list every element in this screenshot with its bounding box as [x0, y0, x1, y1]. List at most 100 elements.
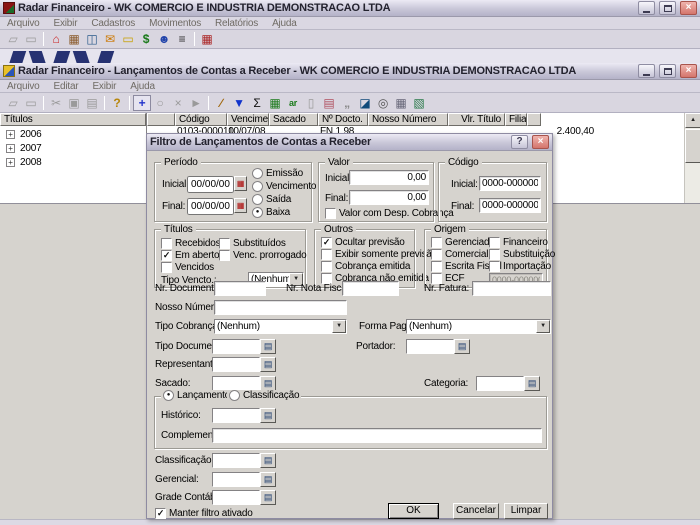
child-restore-button[interactable] [659, 64, 676, 78]
lookup-icon[interactable]: ▤ [260, 490, 276, 505]
categoria-input[interactable] [476, 376, 524, 391]
folder-icon[interactable]: ▭ [22, 31, 40, 47]
open-icon[interactable]: ▱ [4, 95, 22, 111]
lookup-icon[interactable]: ▤ [524, 376, 540, 391]
vertical-scrollbar[interactable]: ▲ [684, 113, 700, 203]
export-icon[interactable]: ◪ [356, 95, 374, 111]
limpar-button[interactable]: Limpar [504, 503, 548, 519]
column-header-codigo[interactable]: Código [175, 113, 227, 126]
grid-icon[interactable]: ▦ [392, 95, 410, 111]
checkbox-comercial[interactable]: Comercial [431, 249, 488, 260]
menu-arquivo[interactable]: Arquivo [0, 81, 47, 92]
edit-doc-icon[interactable]: ▤ [320, 95, 338, 111]
scrollbar-thumb[interactable] [685, 129, 700, 163]
radio-baixa[interactable]: ●Baixa [252, 207, 290, 218]
column-header-filial[interactable]: Filial [505, 113, 527, 126]
yellow-folder-icon[interactable]: ▭ [119, 31, 137, 47]
lookup-icon[interactable]: ▤ [454, 339, 470, 354]
chevron-down-icon[interactable]: ▼ [332, 320, 346, 333]
child-minimize-button[interactable] [638, 64, 655, 78]
menu-editar[interactable]: Editar [47, 81, 86, 92]
cash-register-icon[interactable]: ▦ [65, 31, 83, 47]
checkbox-substituidos[interactable]: Substituídos [219, 238, 286, 249]
close-button[interactable]: × [680, 1, 697, 15]
module-icon[interactable]: ▦ [198, 31, 216, 47]
child-close-button[interactable]: × [680, 64, 697, 78]
column-header-sacado[interactable]: Sacado [269, 113, 318, 126]
nosso-numero-input[interactable] [214, 300, 347, 315]
radio-saida[interactable]: Saída [252, 194, 291, 205]
tree-expander-icon[interactable]: + [6, 144, 15, 153]
open-icon[interactable]: ▱ [4, 31, 22, 47]
invoice-icon[interactable]: ✉ [101, 31, 119, 47]
lookup-icon[interactable]: ▤ [260, 408, 276, 423]
chevron-down-icon[interactable]: ▼ [536, 320, 550, 333]
paste-icon[interactable]: ▤ [83, 95, 101, 111]
menu-exibir[interactable]: Exibir [47, 18, 85, 29]
grade-contabil-input[interactable] [212, 490, 260, 505]
periodo-inicial-input[interactable] [187, 176, 234, 193]
checkbox-cobranca-emitida[interactable]: Cobrança emitida [321, 261, 410, 272]
document-icon[interactable]: ▯ [302, 95, 320, 111]
folder-icon[interactable]: ▭ [22, 95, 40, 111]
refresh-icon[interactable]: ○ [151, 95, 169, 111]
calendar-icon[interactable]: ▦ [234, 176, 247, 191]
menu-relatorios[interactable]: Relatórios [208, 18, 265, 29]
checkbox-manter-filtro[interactable]: ✓Manter filtro ativado [155, 508, 253, 519]
tree-item-2007[interactable]: + 2007 [6, 143, 41, 154]
nr-fatura-input[interactable] [472, 281, 551, 296]
menu-cadastros[interactable]: Cadastros [84, 18, 142, 29]
menu-ajuda[interactable]: Ajuda [265, 18, 304, 29]
dialog-close-button[interactable]: × [532, 135, 549, 149]
cancelar-button[interactable]: Cancelar [453, 503, 499, 519]
historico-input[interactable] [212, 408, 260, 423]
radio-vencimento[interactable]: Vencimento [252, 181, 316, 192]
cut-icon[interactable]: ✂ [47, 95, 65, 111]
calendar-icon[interactable]: ▦ [234, 198, 247, 213]
checkbox-importacao[interactable]: Importação [489, 261, 551, 272]
dialog-help-button[interactable]: ? [511, 135, 528, 149]
tree-item-2008[interactable]: + 2008 [6, 157, 41, 168]
clean-icon[interactable]: ∕ [212, 95, 230, 111]
portador-input[interactable] [406, 339, 454, 354]
preview-icon[interactable]: ◎ [374, 95, 392, 111]
restore-button[interactable] [659, 1, 676, 15]
column-header-vlr-titulo[interactable]: Vlr. Título [448, 113, 505, 126]
radio-classificacao[interactable]: Classificação [227, 390, 301, 401]
tipo-documento-input[interactable] [212, 339, 260, 354]
checkbox-venc-prorrogado[interactable]: Venc. prorrogado [219, 250, 307, 261]
delete-icon[interactable]: × [169, 95, 187, 111]
company-icon[interactable]: ⌂ [47, 31, 65, 47]
scroll-up-icon[interactable]: ▲ [685, 113, 700, 128]
codigo-final-input[interactable] [479, 198, 541, 213]
checkbox-ocultar-previsao[interactable]: ✓Ocultar previsão [321, 237, 405, 248]
filter-icon[interactable]: ▼ [230, 95, 248, 111]
column-header-nosso-numero[interactable]: Nosso Número [368, 113, 448, 126]
add-icon[interactable]: + [133, 95, 151, 111]
column-header-docto[interactable]: Nº Docto. [318, 113, 368, 126]
checkbox-valor-desp-cobranca[interactable]: Valor com Desp. Cobrança [325, 208, 454, 219]
money-icon[interactable]: $ [137, 31, 155, 47]
sum-icon[interactable]: Σ [248, 95, 266, 111]
billing-icon[interactable]: ▧ [410, 95, 428, 111]
tree-expander-icon[interactable]: + [6, 158, 15, 167]
valor-inicial-input[interactable] [349, 170, 429, 185]
complemento-input[interactable] [212, 428, 542, 443]
tree-header[interactable]: Títulos [0, 113, 146, 126]
copy-icon[interactable]: ▣ [65, 95, 83, 111]
nr-nota-fiscal-input[interactable] [342, 281, 399, 296]
checkbox-em-aberto[interactable]: ✓Em aberto [161, 250, 219, 261]
periodo-final-input[interactable] [187, 198, 234, 215]
menu-exibir[interactable]: Exibir [85, 81, 123, 92]
lookup-icon[interactable]: ▤ [260, 453, 276, 468]
menu-ajuda[interactable]: Ajuda [123, 81, 162, 92]
ar-icon[interactable]: ar [284, 95, 302, 111]
post-icon[interactable]: ► [187, 95, 205, 111]
classificacao-input[interactable] [212, 453, 260, 468]
sacado-input[interactable] [212, 376, 260, 391]
radio-lancamento[interactable]: ●Lançamento [161, 390, 232, 401]
help-icon[interactable]: ? [108, 95, 126, 111]
marks-icon[interactable]: „ [338, 95, 356, 111]
codigo-inicial-input[interactable] [479, 176, 541, 191]
ok-button[interactable]: OK [388, 503, 439, 519]
